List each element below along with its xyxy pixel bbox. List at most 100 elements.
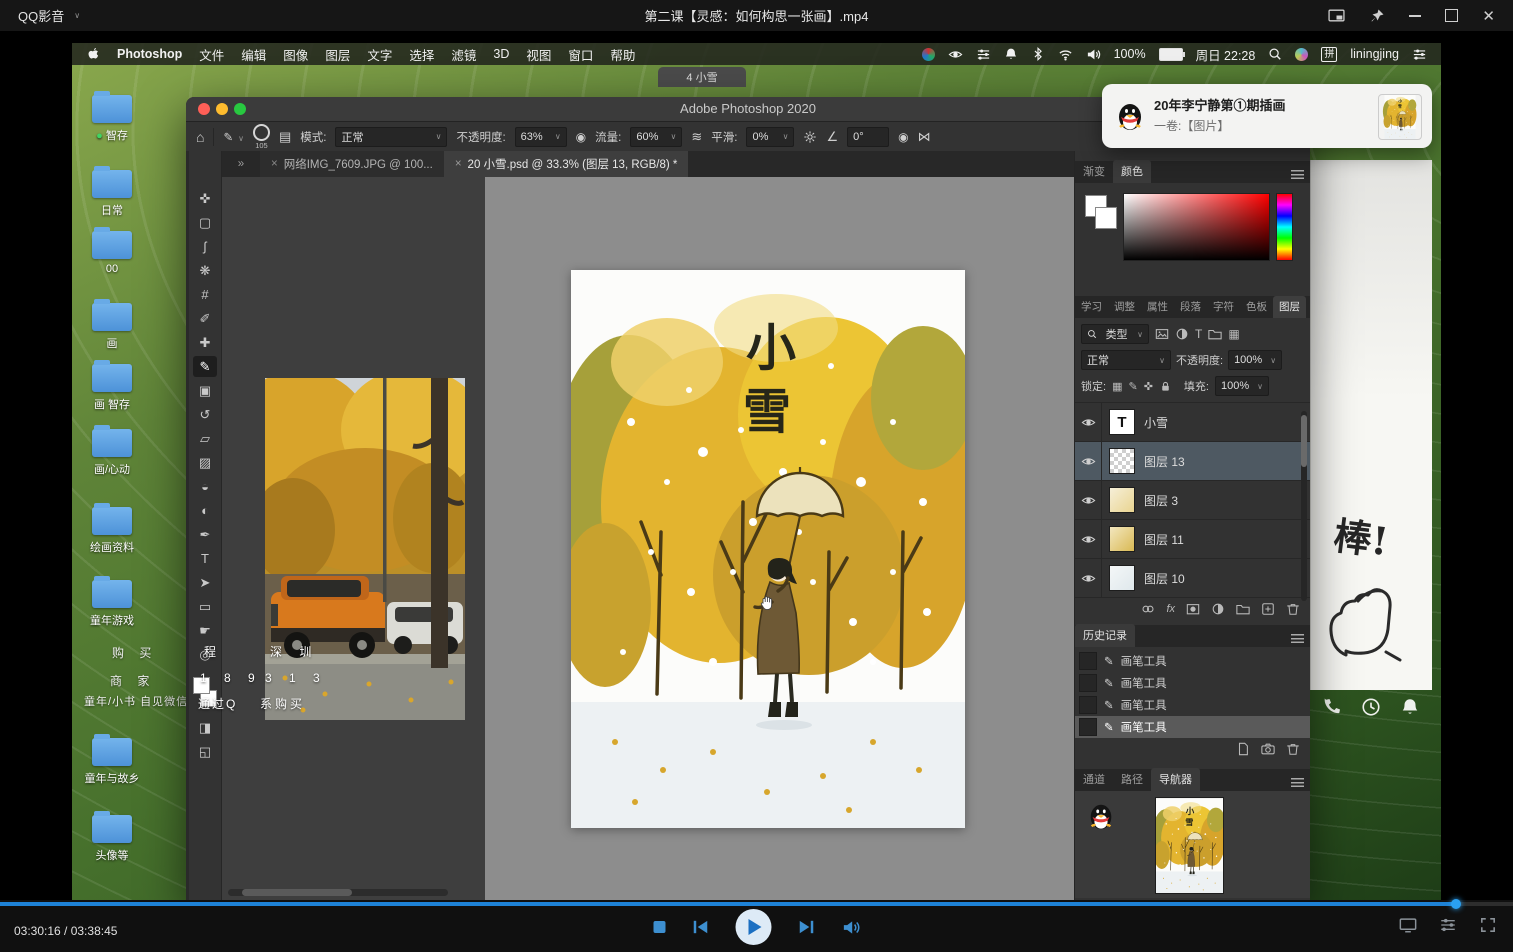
desktop-folder[interactable]: 画/心动 [84, 429, 140, 477]
screen-mode-icon[interactable]: ◱ [193, 741, 217, 762]
tab-learn[interactable]: 学习 [1075, 296, 1108, 318]
desktop-folder[interactable]: 头像等 [84, 815, 140, 863]
menu-file[interactable]: 文件 [199, 45, 224, 64]
siri-icon[interactable] [1295, 48, 1308, 61]
navigator-thumbnail[interactable] [1155, 797, 1224, 894]
toggle-brush-panel-icon[interactable]: ▤ [279, 129, 291, 145]
gradient-tool[interactable]: ▨ [193, 452, 217, 473]
collapse-dock-icon[interactable]: » [222, 151, 260, 177]
blend-mode-select[interactable]: 正常∨ [335, 127, 447, 147]
ime-badge[interactable]: 拼 [1321, 47, 1337, 62]
tab-color[interactable]: 颜色 [1113, 160, 1151, 183]
brush-preview[interactable]: 105 [253, 124, 270, 150]
tab-swatches[interactable]: 色板 [1240, 296, 1273, 318]
pip-button[interactable] [1328, 7, 1345, 24]
filter-adjustment-icon[interactable] [1175, 327, 1189, 341]
qq-dock-icon[interactable] [1086, 801, 1116, 831]
close-button[interactable]: ✕ [1482, 7, 1495, 25]
layer-visibility-eye-icon[interactable] [1075, 481, 1102, 519]
play-button[interactable] [735, 909, 771, 945]
pin-button[interactable] [1369, 8, 1385, 24]
menubar-list-icon[interactable] [1412, 47, 1427, 62]
spotlight-search-icon[interactable] [1268, 47, 1282, 61]
tab-channels[interactable]: 通道 [1075, 768, 1113, 791]
lock-all-icon[interactable] [1159, 380, 1172, 393]
reference-document-pane[interactable]: 深 圳 3 1 3 系购买 [222, 177, 486, 900]
panel-menu-icon[interactable] [1291, 634, 1304, 643]
maximize-button[interactable] [1445, 9, 1458, 22]
menubar-app-name[interactable]: Photoshop [117, 47, 182, 61]
fill-select[interactable]: 100%∨ [1215, 376, 1269, 396]
desktop-folder[interactable]: 画 智存 [84, 364, 140, 412]
bluetooth-icon[interactable] [1031, 47, 1045, 61]
panel-menu-icon[interactable] [1291, 778, 1304, 787]
desktop-folder[interactable]: 童年游戏 [84, 580, 140, 628]
close-tab-icon[interactable]: × [271, 158, 278, 170]
layer-visibility-eye-icon[interactable] [1075, 520, 1102, 558]
saturation-square[interactable] [1123, 193, 1270, 261]
lock-pixels-icon[interactable]: ✎ [1128, 380, 1137, 393]
path-selection-tool[interactable]: ➤ [193, 572, 217, 593]
history-brush-tool[interactable]: ↺ [193, 404, 217, 425]
history-step[interactable]: ✎画笔工具 [1075, 672, 1310, 694]
stop-button[interactable] [653, 921, 665, 933]
link-layers-icon[interactable] [1141, 602, 1155, 616]
clock-icon[interactable] [1361, 697, 1381, 717]
background-color-swatch[interactable] [1095, 207, 1117, 229]
desktop-folder[interactable]: ● 智存 [84, 95, 140, 143]
notification-thumbnail[interactable] [1378, 94, 1422, 140]
menu-filter[interactable]: 滤镜 [451, 45, 476, 64]
lock-transparency-icon[interactable]: ▦ [1112, 380, 1122, 393]
panel-menu-icon[interactable] [1291, 170, 1304, 179]
delete-state-icon[interactable] [1286, 742, 1300, 756]
history-source-well[interactable] [1079, 674, 1097, 692]
layer-row[interactable]: 图层 3 [1075, 481, 1310, 520]
new-group-icon[interactable] [1236, 602, 1250, 616]
filter-group-icon[interactable] [1208, 327, 1222, 341]
minimize-button[interactable] [1409, 15, 1421, 17]
desktop-folder[interactable]: 绘画资料 [84, 507, 140, 555]
canvas-pane[interactable] [485, 177, 1075, 900]
new-layer-icon[interactable] [1261, 602, 1275, 616]
filter-image-icon[interactable] [1155, 327, 1169, 341]
volume-icon[interactable] [1086, 47, 1101, 62]
tab-navigator[interactable]: 导航器 [1151, 768, 1200, 791]
angle-field[interactable]: 0° [847, 127, 889, 147]
wifi-icon[interactable] [1058, 47, 1073, 62]
menu-window[interactable]: 窗口 [568, 45, 593, 64]
layer-style-fx-button[interactable]: fx [1166, 603, 1175, 615]
doc-tab-active[interactable]: × 20 小雪.psd @ 33.3% (图层 13, RGB/8) * [444, 151, 689, 177]
menu-image[interactable]: 图像 [283, 45, 308, 64]
shape-tool[interactable]: ▭ [193, 596, 217, 617]
move-tool[interactable]: ✜ [193, 188, 217, 209]
new-snapshot-icon[interactable] [1261, 742, 1275, 756]
layer-thumbnail[interactable] [1109, 526, 1135, 552]
phone-icon[interactable] [1322, 697, 1342, 717]
quick-selection-tool[interactable]: ❋ [193, 260, 217, 281]
clone-stamp-tool[interactable]: ▣ [193, 380, 217, 401]
history-source-well[interactable] [1079, 652, 1097, 670]
eyedropper-tool[interactable]: ✐ [193, 308, 217, 329]
layer-row[interactable]: T 小雪 [1075, 403, 1310, 442]
desktop-folder[interactable]: 日常 [84, 170, 140, 218]
horizontal-scrollbar[interactable] [228, 889, 448, 896]
tab-layers[interactable]: 图层 [1273, 296, 1306, 318]
tab-paths[interactable]: 路径 [1113, 768, 1151, 791]
smoothing-gear-icon[interactable] [803, 130, 817, 144]
playlist-settings-button[interactable] [1439, 916, 1457, 934]
menu-view[interactable]: 视图 [526, 45, 551, 64]
stack-icon[interactable] [976, 47, 991, 62]
privacy-eye-icon[interactable] [948, 47, 963, 62]
brush-preset-icon[interactable]: ✎∨ [223, 130, 244, 144]
marquee-tool[interactable]: ▢ [193, 212, 217, 233]
blur-tool[interactable]: ◒ [193, 476, 217, 497]
hue-strip[interactable] [1276, 193, 1293, 261]
layer-visibility-eye-icon[interactable] [1075, 442, 1102, 480]
menu-select[interactable]: 选择 [409, 45, 434, 64]
tab-character[interactable]: 字符 [1207, 296, 1240, 318]
adjustment-layer-icon[interactable] [1211, 602, 1225, 616]
layer-row[interactable]: 图层 11 [1075, 520, 1310, 559]
video-frame[interactable]: Photoshop 文件 编辑 图像 图层 文字 选择 滤镜 3D 视图 窗口 … [0, 31, 1513, 900]
new-doc-from-state-icon[interactable] [1236, 742, 1250, 756]
layer-visibility-eye-icon[interactable] [1075, 403, 1102, 441]
